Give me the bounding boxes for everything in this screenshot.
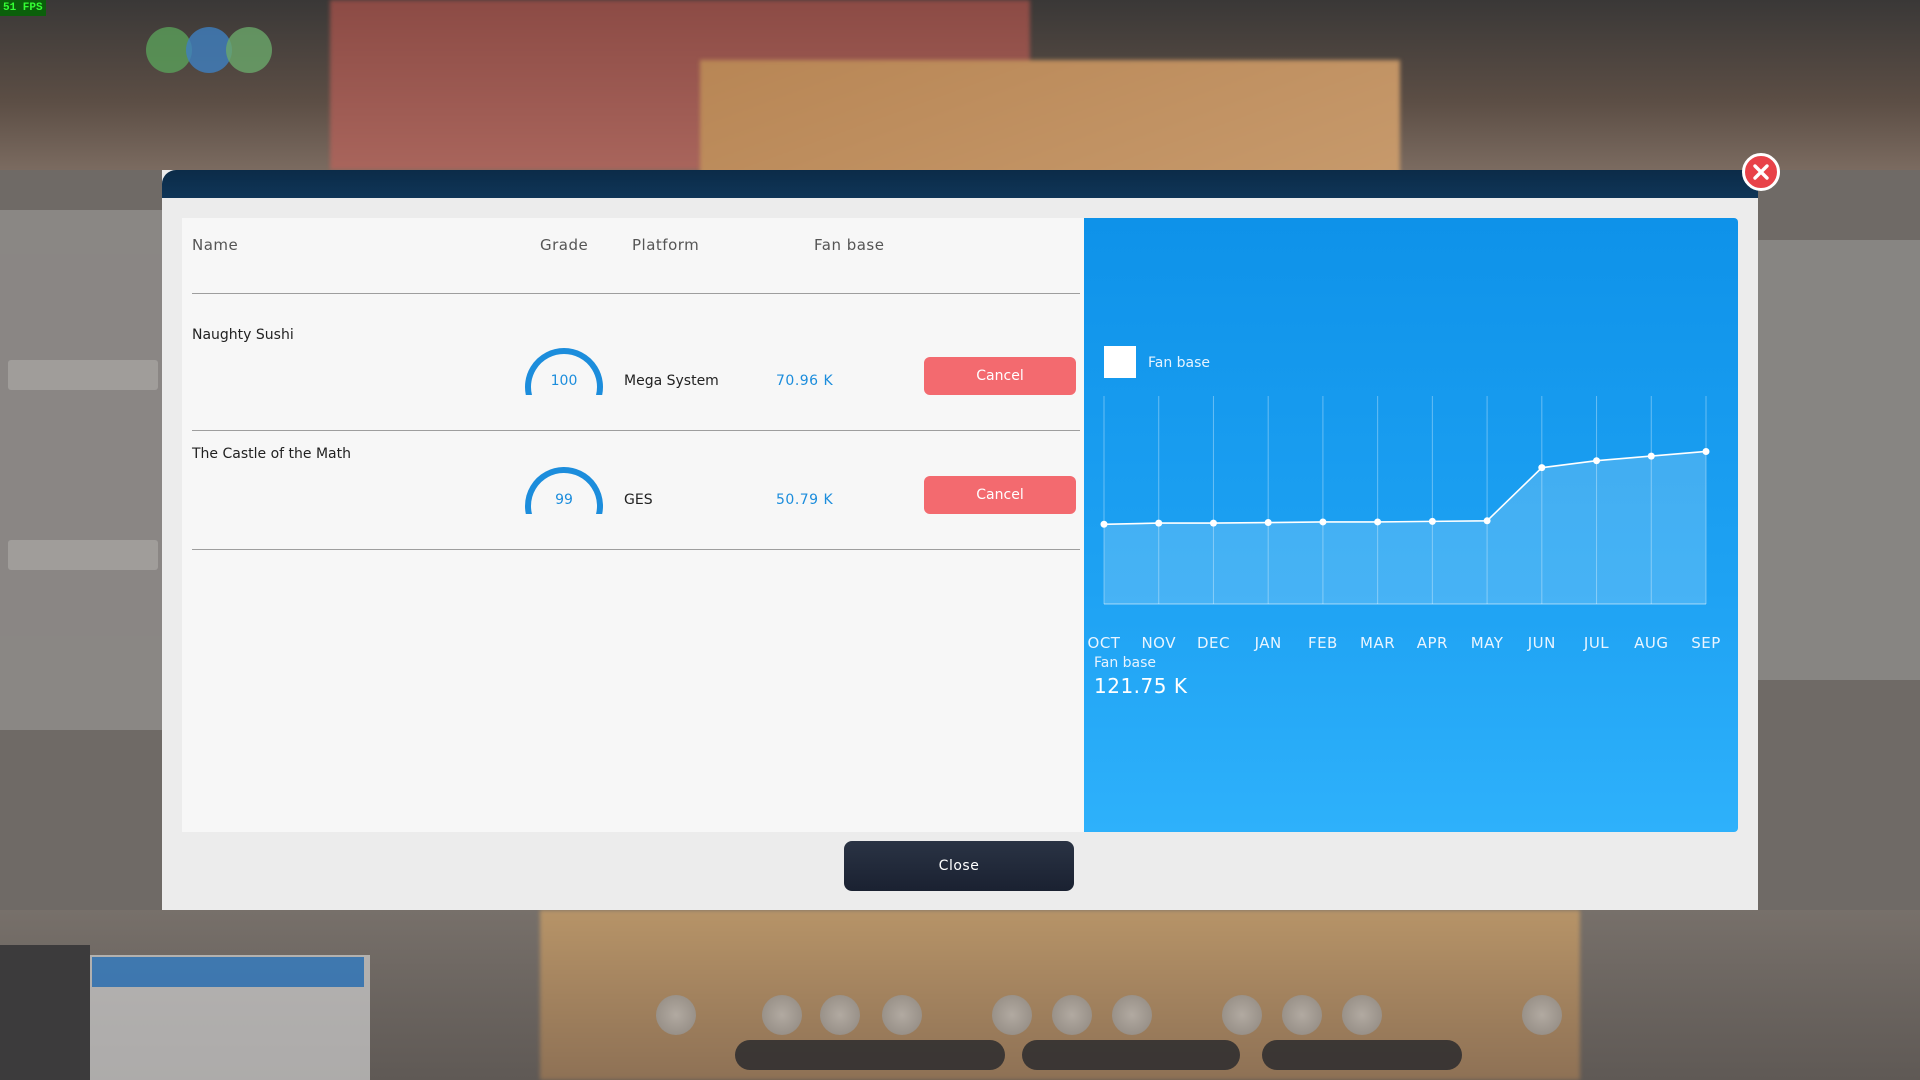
toolbar-circle: [882, 995, 922, 1035]
data-point-nov: [1155, 519, 1163, 527]
fan-base-value: 70.96 K: [776, 373, 834, 389]
background-floor: [700, 60, 1400, 180]
grade-value: 100: [550, 373, 578, 389]
row-divider: [192, 549, 1080, 550]
fan-base-stat-value: 121.75 K: [1094, 674, 1188, 698]
x-tick-label-nov: NOV: [1141, 634, 1176, 652]
cancel-button[interactable]: Cancel: [924, 476, 1076, 514]
data-point-feb: [1319, 518, 1327, 526]
fan-base-stat-label: Fan base: [1094, 655, 1157, 671]
x-tick-label-jul: JUL: [1583, 634, 1610, 652]
fan-base-value: 50.79 K: [776, 492, 834, 508]
platform-name: Mega System: [624, 373, 719, 389]
close-button[interactable]: Close: [844, 841, 1074, 891]
x-tick-label-aug: AUG: [1634, 634, 1669, 652]
grade-gauge: 99: [524, 466, 614, 524]
data-point-mar: [1374, 518, 1382, 526]
top-status-circle: [226, 27, 272, 73]
dialog-header: [162, 170, 1758, 198]
background-left-panel: [0, 210, 165, 730]
data-point-sep: [1702, 447, 1710, 455]
background-left-list: [90, 955, 370, 1080]
games-list-panel: Name Grade Platform Fan base Naughty Sus…: [182, 218, 1086, 832]
toolbar-circle: [1282, 995, 1322, 1035]
x-tick-label-mar: MAR: [1360, 634, 1396, 652]
series-area-fan-base: [1104, 451, 1706, 604]
toolbar-circle: [762, 995, 802, 1035]
fan-base-dialog: Name Grade Platform Fan base Naughty Sus…: [162, 170, 1758, 910]
toolbar-circle: [1222, 995, 1262, 1035]
fps-counter: 51 FPS: [0, 0, 46, 16]
close-dialog-x-button[interactable]: [1742, 153, 1780, 191]
toolbar-circle: [992, 995, 1032, 1035]
x-tick-label-jun: JUN: [1527, 634, 1556, 652]
cancel-button[interactable]: Cancel: [924, 357, 1076, 395]
bottom-status-bar: [735, 1040, 1005, 1070]
x-tick-label-sep: SEP: [1691, 634, 1721, 652]
toolbar-circle: [656, 995, 696, 1035]
fan-base-chart-panel: Fan base OCT NOV DEC JAN FEB MAR APR MAY JUN JUL A…: [1084, 218, 1738, 832]
table-row: The Castle of the Math 99 GES 50.79 K Ca…: [182, 432, 1086, 550]
data-point-jul: [1593, 457, 1601, 465]
x-tick-label-feb: FEB: [1307, 634, 1338, 652]
toolbar-circle: [1522, 995, 1562, 1035]
bottom-status-bar: [1262, 1040, 1462, 1070]
grade-gauge: 100: [524, 347, 614, 405]
background-left-sidebar: [0, 945, 90, 1080]
platform-name: GES: [624, 492, 653, 508]
data-point-dec: [1209, 519, 1217, 527]
data-point-jun: [1538, 464, 1546, 472]
toolbar-circle: [1052, 995, 1092, 1035]
table-row: Naughty Sushi 100 Mega System 70.96 K Ca…: [182, 313, 1086, 431]
data-point-jan: [1264, 519, 1272, 527]
grade-value: 99: [555, 492, 573, 508]
x-tick-label-apr: APR: [1416, 634, 1448, 652]
x-tick-label-dec: DEC: [1196, 634, 1230, 652]
data-point-aug: [1647, 452, 1655, 460]
toolbar-circle: [1112, 995, 1152, 1035]
data-point-may: [1483, 517, 1491, 525]
header-divider: [192, 293, 1080, 294]
background-right-panel: [1758, 240, 1920, 680]
x-tick-label-oct: OCT: [1087, 634, 1121, 652]
close-icon: [1753, 164, 1769, 180]
x-tick-label-may: MAY: [1470, 634, 1504, 652]
column-header-name: Name: [192, 236, 239, 254]
row-divider: [192, 430, 1080, 431]
game-name: Naughty Sushi: [192, 327, 294, 343]
bottom-status-bar: [1022, 1040, 1240, 1070]
fan-base-chart: [1100, 396, 1710, 605]
column-header-platform: Platform: [632, 236, 700, 254]
game-name: The Castle of the Math: [192, 446, 351, 462]
data-point-apr: [1428, 517, 1436, 525]
toolbar-circle: [820, 995, 860, 1035]
column-header-grade: Grade: [540, 236, 589, 254]
data-point-oct: [1100, 520, 1108, 528]
toolbar-circle: [1342, 995, 1382, 1035]
x-tick-label-jan: JAN: [1254, 634, 1282, 652]
column-header-fan-base: Fan base: [814, 236, 885, 254]
